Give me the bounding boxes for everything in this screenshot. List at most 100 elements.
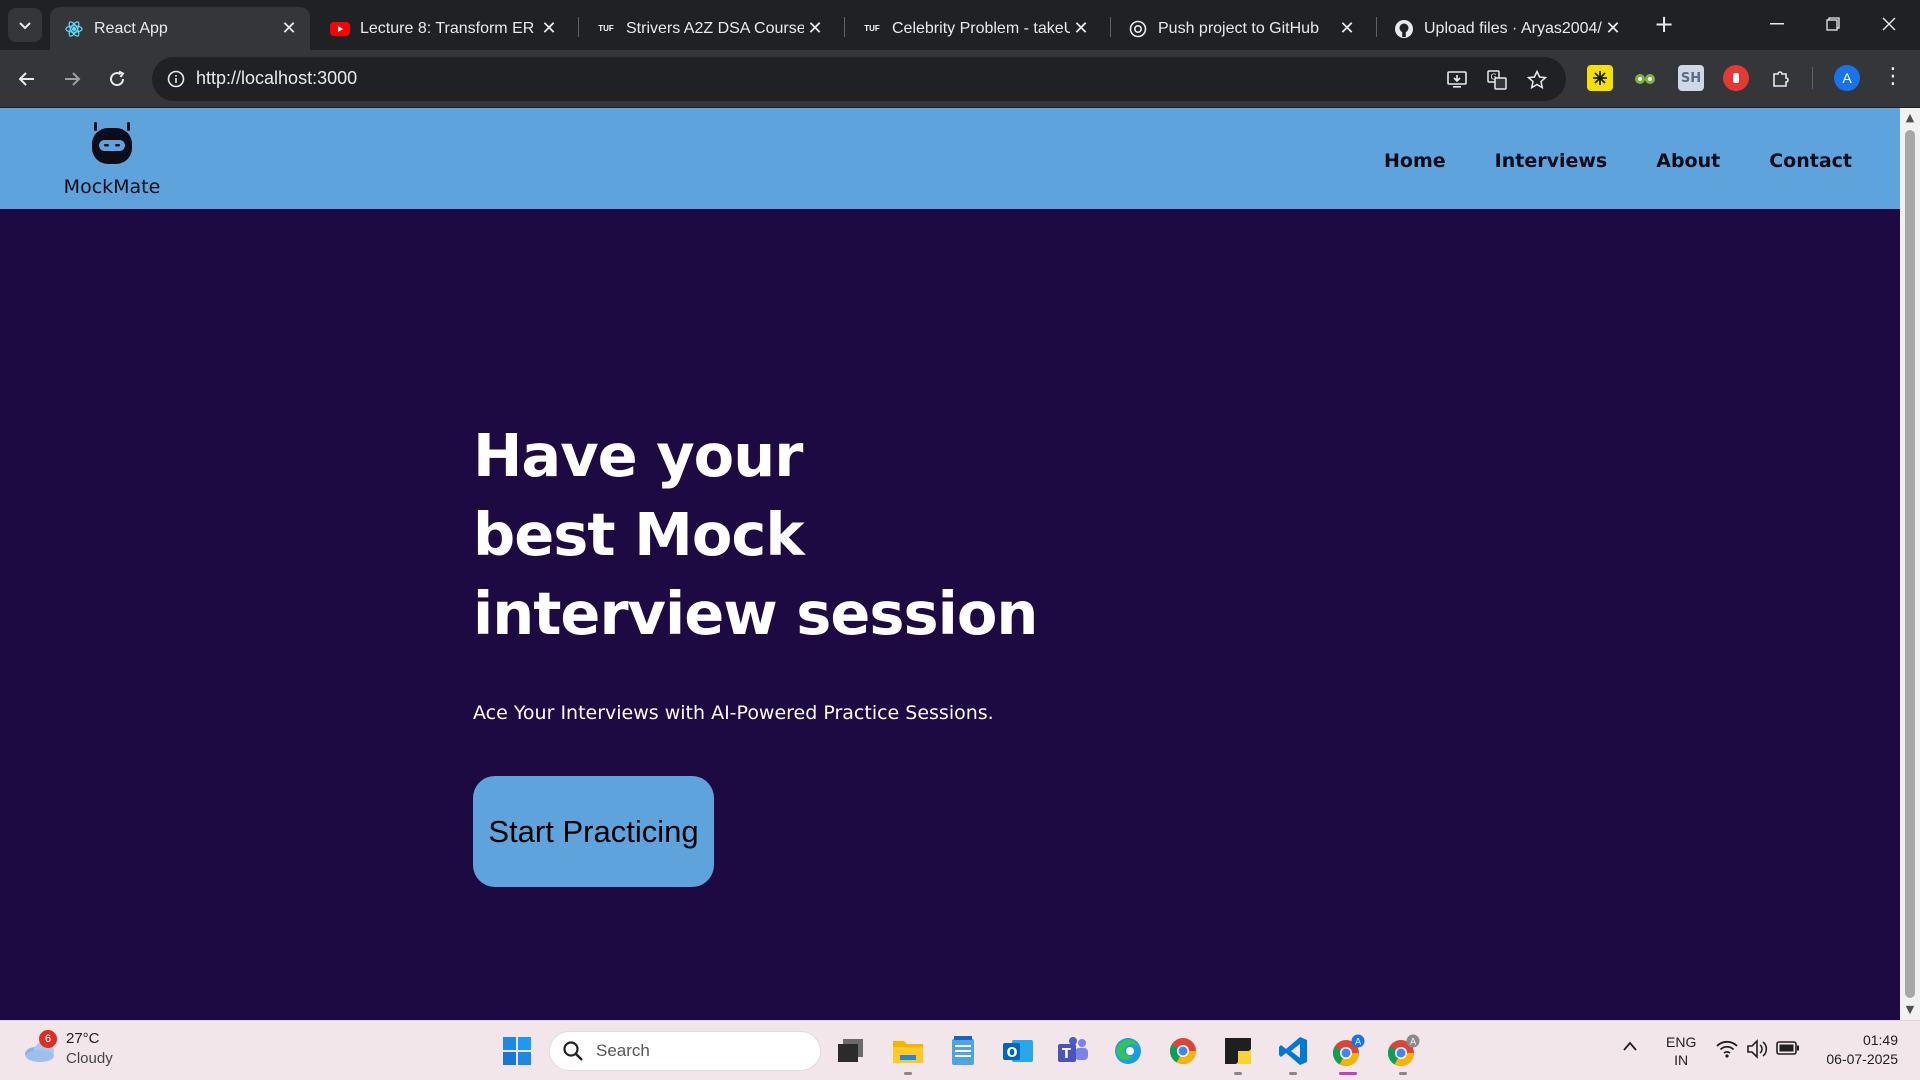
url-text[interactable]: http://localhost:3000 [196, 68, 357, 89]
site-navbar: MockMate Home Interviews About Contact [0, 108, 1900, 209]
arrow-right-icon [65, 72, 81, 86]
outlook-icon[interactable]: O [1000, 1033, 1036, 1069]
language-code: ENG [1666, 1034, 1697, 1050]
edge-icon[interactable] [1110, 1033, 1146, 1069]
arrow-left-icon [18, 72, 34, 86]
translate-icon[interactable]: G [1484, 67, 1510, 93]
svg-text:A: A [1410, 1038, 1417, 1048]
minimize-icon [1770, 23, 1784, 25]
tab-title: Upload files · Aryas2004/AI [1424, 19, 1602, 37]
vscode-icon[interactable] [1275, 1033, 1311, 1069]
system-clock[interactable]: 01:49 06-07-2025 [1808, 1031, 1898, 1069]
profile-avatar[interactable]: A [1834, 65, 1860, 91]
tab-celebrity[interactable]: TUF Celebrity Problem - takeUForward ✕ [848, 7, 1102, 50]
weather-condition: Cloudy [66, 1050, 113, 1067]
svg-text:G: G [1491, 73, 1497, 82]
svg-text:A: A [1355, 1038, 1362, 1048]
chrome-profile-icon[interactable]: A [1330, 1033, 1366, 1069]
browser-tabstrip: React App ✕ Lecture 8: Transform ER Mode… [0, 0, 1920, 50]
running-indicator [1234, 1072, 1242, 1075]
tab-lecture[interactable]: Lecture 8: Transform ER Model ✕ [316, 7, 570, 50]
running-indicator [1399, 1072, 1407, 1075]
close-tab-icon[interactable]: ✕ [1070, 18, 1092, 40]
github-icon [1394, 19, 1414, 39]
cloud-icon: 6 [22, 1030, 58, 1064]
hero-subtitle: Ace Your Interviews with AI-Powered Prac… [473, 702, 994, 724]
tab-react-app[interactable]: React App ✕ [50, 7, 310, 50]
robot-icon [92, 122, 132, 164]
extension-hand-icon[interactable] [1723, 65, 1749, 91]
main-menu: Home Interviews About Contact [1384, 150, 1852, 172]
close-tab-icon[interactable]: ✕ [538, 18, 560, 40]
brand-logo[interactable]: MockMate [62, 120, 162, 198]
teams-icon[interactable]: T [1055, 1033, 1091, 1069]
hero-heading: Have your best Mock interview session [473, 416, 1038, 653]
close-tab-icon[interactable]: ✕ [278, 18, 300, 40]
scroll-up-arrow-icon[interactable]: ▲ [1904, 112, 1916, 124]
forward-button[interactable] [55, 62, 89, 96]
page-scrollbar[interactable]: ▲ ▼ [1900, 108, 1920, 1020]
tab-upload-files[interactable]: Upload files · Aryas2004/AI ✕ [1380, 7, 1634, 50]
running-indicator [1289, 1072, 1297, 1075]
running-indicator [904, 1072, 912, 1075]
notepad-icon[interactable] [945, 1033, 981, 1069]
bookmark-star-icon[interactable] [1524, 67, 1550, 93]
weather-badge: 6 [39, 1030, 57, 1048]
minimize-button[interactable] [1754, 8, 1800, 40]
svg-text:O: O [1007, 1046, 1018, 1061]
sticky-notes-icon[interactable] [1220, 1033, 1256, 1069]
wifi-icon[interactable] [1716, 1040, 1738, 1063]
extension-glasses-icon[interactable] [1632, 65, 1658, 91]
svg-text:T: T [1062, 1047, 1071, 1062]
web-page: MockMate Home Interviews About Contact H… [0, 108, 1900, 1020]
tab-title: Push project to GitHub [1158, 19, 1319, 37]
address-bar[interactable]: http://localhost:3000 G [152, 57, 1566, 101]
extension-sh-icon[interactable]: SH [1678, 65, 1704, 91]
scroll-down-arrow-icon[interactable]: ▼ [1904, 1004, 1916, 1016]
nav-about-link[interactable]: About [1656, 150, 1720, 172]
reload-icon [110, 70, 125, 87]
close-window-button[interactable] [1866, 8, 1912, 40]
tab-strivers[interactable]: TUF Strivers A2Z DSA Course/Sheet ✕ [582, 7, 836, 50]
scrollbar-thumb[interactable] [1905, 130, 1915, 998]
taskbar-search-placeholder: Search [596, 1041, 650, 1060]
tab-title: Celebrity Problem - takeUForward [892, 19, 1070, 37]
extensions-puzzle-icon[interactable] [1768, 65, 1794, 91]
weather-widget[interactable]: 6 27°C Cloudy [22, 1029, 113, 1069]
region-code: IN [1674, 1052, 1689, 1068]
tab-separator [844, 17, 845, 37]
start-practicing-button[interactable]: Start Practicing [473, 776, 714, 887]
language-indicator[interactable]: ENG IN [1666, 1033, 1696, 1069]
file-explorer-icon[interactable] [890, 1033, 926, 1069]
new-tab-button[interactable]: + [1652, 12, 1676, 36]
restore-button[interactable] [1810, 8, 1856, 40]
nav-home-link[interactable]: Home [1384, 150, 1446, 172]
nav-contact-link[interactable]: Contact [1769, 150, 1852, 172]
tuf-icon: TUF [864, 24, 880, 33]
brand-name: MockMate [63, 176, 161, 198]
close-tab-icon[interactable]: ✕ [1336, 18, 1358, 40]
tab-search-button[interactable] [8, 8, 42, 42]
hero-heading-line2: best Mock [473, 500, 805, 569]
browser-menu-icon[interactable]: ⋮ [1880, 64, 1906, 92]
chrome-icon[interactable] [1165, 1033, 1201, 1069]
close-tab-icon[interactable]: ✕ [804, 18, 826, 40]
extension-yellow-icon[interactable] [1587, 65, 1613, 91]
site-info-icon[interactable] [162, 65, 190, 93]
windows-start-icon[interactable] [502, 1036, 532, 1066]
tab-title: React App [94, 19, 168, 37]
nav-interviews-link[interactable]: Interviews [1495, 150, 1608, 172]
close-tab-icon[interactable]: ✕ [1602, 18, 1624, 40]
tab-push-github[interactable]: Push project to GitHub ✕ [1114, 7, 1368, 50]
task-view-icon[interactable] [833, 1033, 869, 1069]
hero-section: Have your best Mock interview session Ac… [473, 416, 1038, 887]
chrome-profile-2-icon[interactable]: A [1385, 1033, 1421, 1069]
search-icon [563, 1041, 583, 1061]
battery-icon[interactable] [1776, 1041, 1800, 1060]
reload-button[interactable] [100, 62, 134, 96]
show-hidden-icons-chevron-up-icon[interactable] [1622, 1039, 1638, 1057]
volume-icon[interactable] [1746, 1039, 1768, 1064]
taskbar-search-box[interactable]: Search [549, 1031, 821, 1071]
install-app-icon[interactable] [1444, 67, 1470, 93]
back-button[interactable] [10, 62, 44, 96]
